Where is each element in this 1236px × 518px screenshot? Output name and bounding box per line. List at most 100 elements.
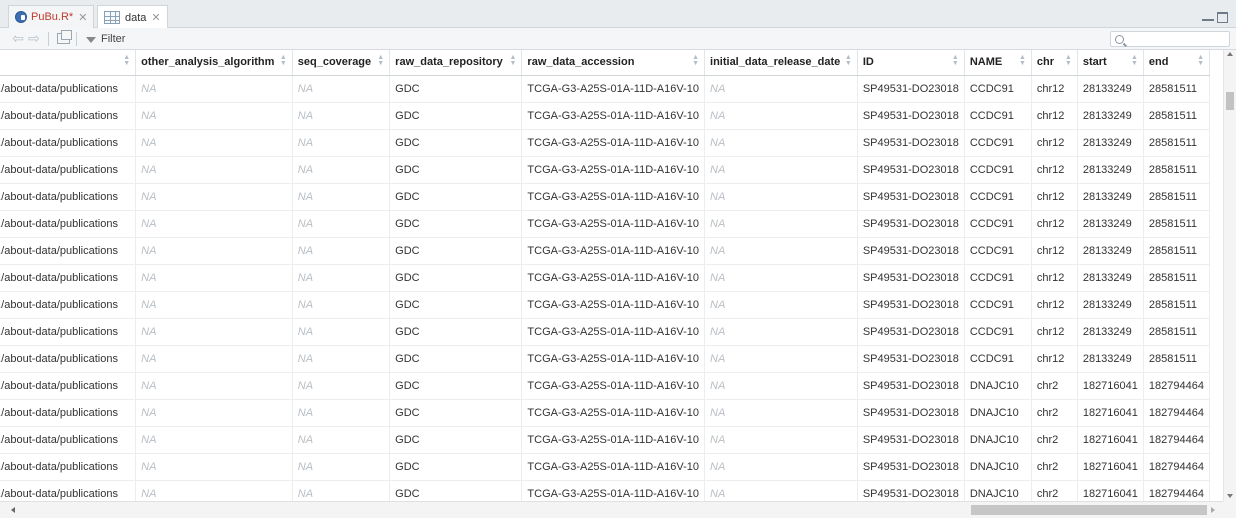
table-cell[interactable]: NA bbox=[135, 183, 293, 211]
search-box[interactable] bbox=[1110, 31, 1230, 47]
table-cell[interactable]: NA bbox=[292, 372, 391, 400]
table-cell[interactable]: 182794464 bbox=[1143, 426, 1211, 454]
table-cell[interactable]: GDC bbox=[389, 237, 523, 265]
table-cell[interactable]: chr12 bbox=[1031, 183, 1078, 211]
table-cell[interactable]: 28581511 bbox=[1143, 291, 1211, 319]
table-cell[interactable]: NA bbox=[704, 372, 858, 400]
horizontal-scrollbar[interactable] bbox=[0, 501, 1223, 518]
table-cell[interactable]: NA bbox=[292, 183, 391, 211]
table-cell[interactable]: TCGA-G3-A25S-01A-11D-A16V-10 bbox=[521, 291, 706, 319]
table-cell[interactable]: DNAJC10 bbox=[964, 399, 1032, 427]
column-header[interactable]: raw_data_accession ▲ ▼ bbox=[521, 50, 706, 76]
table-cell[interactable]: NA bbox=[292, 345, 391, 373]
table-cell[interactable]: CCDC91 bbox=[964, 129, 1032, 157]
table-cell[interactable]: NA bbox=[135, 453, 293, 481]
table-cell[interactable]: about-data/publications/... bbox=[0, 399, 137, 427]
table-cell[interactable]: NA bbox=[704, 156, 858, 184]
table-cell[interactable]: NA bbox=[704, 453, 858, 481]
table-cell[interactable]: 28133249 bbox=[1077, 183, 1144, 211]
table-cell[interactable]: about-data/publications/... bbox=[0, 210, 137, 238]
column-header[interactable]: initial_data_release_date ▲ ▼ bbox=[704, 50, 858, 76]
table-cell[interactable]: SP49531-DO23018 bbox=[857, 210, 965, 238]
table-cell[interactable]: 28581511 bbox=[1143, 75, 1211, 103]
table-cell[interactable]: SP49531-DO23018 bbox=[857, 102, 965, 130]
sort-icon[interactable]: ▲ ▼ bbox=[845, 54, 852, 67]
table-cell[interactable]: 182794464 bbox=[1143, 399, 1211, 427]
sort-icon[interactable]: ▲ ▼ bbox=[1197, 54, 1204, 67]
table-cell[interactable]: GDC bbox=[389, 345, 523, 373]
table-cell[interactable]: NA bbox=[292, 399, 391, 427]
table-cell[interactable]: NA bbox=[135, 480, 293, 501]
table-cell[interactable]: GDC bbox=[389, 372, 523, 400]
table-cell[interactable]: 182794464 bbox=[1143, 372, 1211, 400]
table-cell[interactable]: NA bbox=[292, 291, 391, 319]
table-cell[interactable]: GDC bbox=[389, 264, 523, 292]
table-cell[interactable]: chr12 bbox=[1031, 75, 1078, 103]
table-cell[interactable]: chr12 bbox=[1031, 102, 1078, 130]
table-cell[interactable]: 182794464 bbox=[1143, 480, 1211, 501]
table-cell[interactable]: about-data/publications/... bbox=[0, 426, 137, 454]
table-cell[interactable]: TCGA-G3-A25S-01A-11D-A16V-10 bbox=[521, 183, 706, 211]
table-cell[interactable]: NA bbox=[135, 426, 293, 454]
table-cell[interactable]: GDC bbox=[389, 480, 523, 501]
table-cell[interactable]: 28581511 bbox=[1143, 318, 1211, 346]
table-cell[interactable]: TCGA-G3-A25S-01A-11D-A16V-10 bbox=[521, 345, 706, 373]
table-cell[interactable]: NA bbox=[292, 102, 391, 130]
minimize-icon[interactable] bbox=[1202, 12, 1214, 21]
column-header[interactable]: start ▲ ▼ bbox=[1077, 50, 1144, 76]
table-cell[interactable]: CCDC91 bbox=[964, 210, 1032, 238]
table-cell[interactable]: chr2 bbox=[1031, 426, 1078, 454]
table-cell[interactable]: chr12 bbox=[1031, 318, 1078, 346]
table-cell[interactable]: 182716041 bbox=[1077, 426, 1144, 454]
table-cell[interactable]: 28581511 bbox=[1143, 102, 1211, 130]
table-cell[interactable]: 28133249 bbox=[1077, 210, 1144, 238]
column-header[interactable]: raw_data_repository ▲ ▼ bbox=[389, 50, 523, 76]
scroll-left-icon[interactable] bbox=[11, 507, 15, 513]
table-cell[interactable]: 28133249 bbox=[1077, 345, 1144, 373]
table-cell[interactable]: NA bbox=[704, 264, 858, 292]
table-cell[interactable]: chr12 bbox=[1031, 237, 1078, 265]
table-cell[interactable]: GDC bbox=[389, 156, 523, 184]
table-cell[interactable]: 28581511 bbox=[1143, 264, 1211, 292]
table-cell[interactable]: TCGA-G3-A25S-01A-11D-A16V-10 bbox=[521, 129, 706, 157]
table-cell[interactable]: 28133249 bbox=[1077, 291, 1144, 319]
table-cell[interactable]: GDC bbox=[389, 210, 523, 238]
table-cell[interactable]: 182716041 bbox=[1077, 453, 1144, 481]
table-cell[interactable]: NA bbox=[135, 129, 293, 157]
table-cell[interactable]: NA bbox=[704, 75, 858, 103]
table-cell[interactable]: NA bbox=[135, 372, 293, 400]
table-cell[interactable]: 28133249 bbox=[1077, 264, 1144, 292]
table-cell[interactable]: SP49531-DO23018 bbox=[857, 156, 965, 184]
table-cell[interactable]: TCGA-G3-A25S-01A-11D-A16V-10 bbox=[521, 318, 706, 346]
table-cell[interactable]: TCGA-G3-A25S-01A-11D-A16V-10 bbox=[521, 210, 706, 238]
table-cell[interactable]: NA bbox=[704, 426, 858, 454]
table-cell[interactable]: TCGA-G3-A25S-01A-11D-A16V-10 bbox=[521, 264, 706, 292]
table-cell[interactable]: TCGA-G3-A25S-01A-11D-A16V-10 bbox=[521, 453, 706, 481]
table-cell[interactable]: 182716041 bbox=[1077, 372, 1144, 400]
table-cell[interactable]: CCDC91 bbox=[964, 183, 1032, 211]
table-cell[interactable]: NA bbox=[292, 237, 391, 265]
table-cell[interactable]: SP49531-DO23018 bbox=[857, 264, 965, 292]
table-cell[interactable]: 28581511 bbox=[1143, 183, 1211, 211]
table-cell[interactable]: SP49531-DO23018 bbox=[857, 399, 965, 427]
table-cell[interactable]: CCDC91 bbox=[964, 156, 1032, 184]
table-cell[interactable]: 28133249 bbox=[1077, 156, 1144, 184]
table-cell[interactable]: NA bbox=[704, 318, 858, 346]
sort-icon[interactable]: ▲ ▼ bbox=[692, 54, 699, 67]
table-cell[interactable]: NA bbox=[292, 156, 391, 184]
table-cell[interactable]: 28581511 bbox=[1143, 345, 1211, 373]
table-cell[interactable]: about-data/publications/... bbox=[0, 102, 137, 130]
close-icon[interactable]: ✕ bbox=[151, 11, 160, 24]
table-cell[interactable]: SP49531-DO23018 bbox=[857, 372, 965, 400]
table-cell[interactable]: NA bbox=[292, 318, 391, 346]
table-cell[interactable]: about-data/publications/... bbox=[0, 183, 137, 211]
table-cell[interactable]: NA bbox=[135, 210, 293, 238]
table-cell[interactable]: about-data/publications/... bbox=[0, 318, 137, 346]
table-cell[interactable]: 182716041 bbox=[1077, 480, 1144, 501]
table-cell[interactable]: NA bbox=[292, 264, 391, 292]
table-cell[interactable]: about-data/publications/... bbox=[0, 75, 137, 103]
table-cell[interactable]: chr2 bbox=[1031, 480, 1078, 501]
table-cell[interactable]: 28133249 bbox=[1077, 75, 1144, 103]
table-cell[interactable]: NA bbox=[135, 291, 293, 319]
table-cell[interactable]: GDC bbox=[389, 102, 523, 130]
